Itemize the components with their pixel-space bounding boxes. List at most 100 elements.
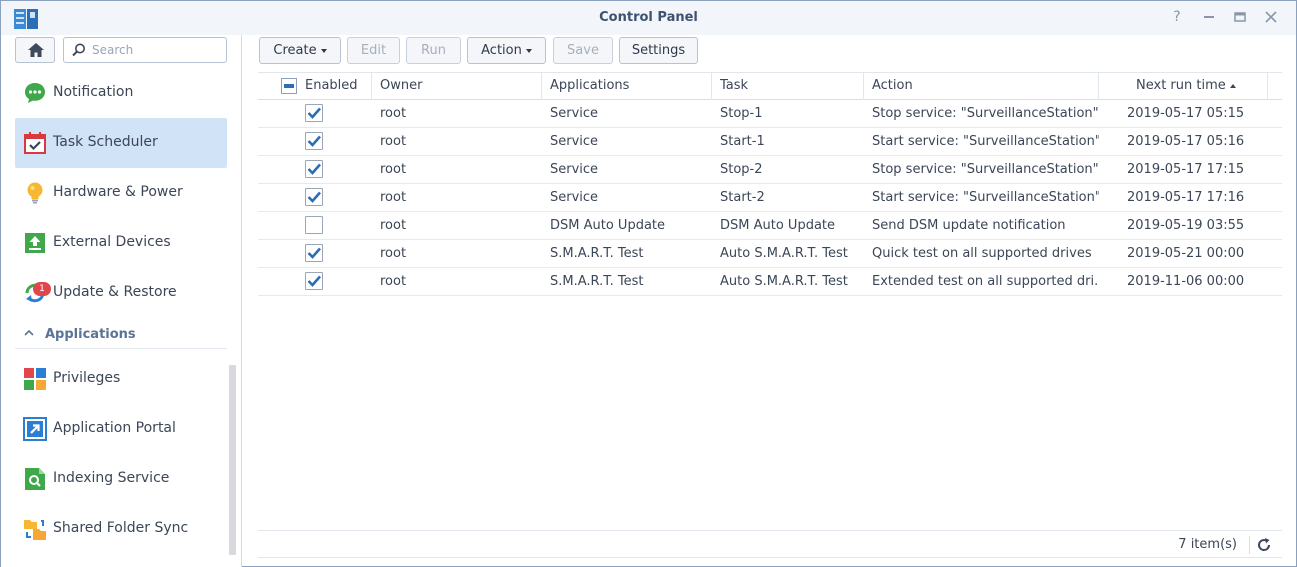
save-button[interactable]: Save — [553, 37, 613, 64]
sidebar-item-label: Task Scheduler — [53, 134, 158, 150]
sidebar-item-label: Privileges — [53, 370, 121, 386]
enabled-checkbox-checked[interactable] — [305, 132, 323, 150]
cell-owner: root — [380, 246, 407, 261]
sidebar-item-external-devices[interactable]: External Devices — [15, 218, 227, 268]
minimize-icon[interactable] — [1201, 9, 1217, 25]
control-panel-window: Control Panel ? Notification — [0, 0, 1297, 567]
run-button[interactable]: Run — [406, 37, 461, 64]
cell-owner: root — [380, 218, 407, 233]
select-all-checkbox[interactable] — [281, 78, 297, 94]
cell-application: Service — [550, 106, 599, 121]
sidebar-item-update-restore[interactable]: 1 Update & Restore — [15, 268, 227, 318]
table-header: Enabled Owner Applications Task Action N… — [258, 72, 1282, 100]
lightbulb-icon — [27, 182, 43, 204]
sidebar-item-label: External Devices — [53, 234, 171, 250]
column-header-next-run-time[interactable]: Next run time — [1099, 73, 1268, 100]
help-icon[interactable]: ? — [1169, 9, 1185, 25]
cell-owner: root — [380, 274, 407, 289]
cell-application: DSM Auto Update — [550, 218, 666, 233]
sidebar-item-hardware-power[interactable]: Hardware & Power — [15, 168, 227, 218]
enabled-checkbox-checked[interactable] — [305, 104, 323, 122]
cell-next-run: 2019-05-17 17:16 — [1127, 190, 1245, 205]
edit-button[interactable]: Edit — [347, 37, 400, 64]
table-row[interactable]: root DSM Auto Update DSM Auto Update Send D… — [258, 212, 1282, 240]
external-devices-icon — [25, 233, 45, 253]
item-count: 7 item(s) — [1178, 537, 1237, 552]
settings-button[interactable]: Settings — [619, 37, 698, 64]
column-header-owner[interactable]: Owner — [372, 73, 542, 100]
column-label: Next run time — [1136, 78, 1226, 93]
application-portal-icon — [23, 417, 47, 441]
cell-action: Extended test on all supported dri... — [872, 274, 1099, 289]
chevron-up-icon — [24, 329, 34, 336]
cell-owner: root — [380, 134, 407, 149]
cell-task: Start-1 — [720, 134, 765, 149]
enabled-checkbox-unchecked[interactable] — [305, 216, 323, 234]
column-label: Enabled — [305, 78, 358, 93]
checkmark-icon — [307, 163, 321, 175]
shared-folder-sync-icon — [24, 520, 46, 540]
sidebar-item-label: Notification — [53, 84, 134, 100]
privileges-icon — [24, 368, 46, 390]
checkmark-icon — [307, 191, 321, 203]
cell-task: Stop-1 — [720, 106, 763, 121]
table-row[interactable]: root Service Start-1 Start service: "Survei… — [258, 128, 1282, 156]
column-header-task[interactable]: Task — [712, 73, 864, 100]
table-row[interactable]: root Service Start-2 Start service: "Survei… — [258, 184, 1282, 212]
cell-action: Stop service: "SurveillanceStation" — [872, 106, 1099, 121]
cell-next-run: 2019-05-17 17:15 — [1127, 162, 1245, 177]
cell-next-run: 2019-05-17 05:16 — [1127, 134, 1245, 149]
enabled-checkbox-checked[interactable] — [305, 188, 323, 206]
caret-down-icon — [320, 48, 327, 53]
enabled-checkbox-checked[interactable] — [305, 272, 323, 290]
enabled-checkbox-checked[interactable] — [305, 244, 323, 262]
cell-owner: root — [380, 106, 407, 121]
caret-down-icon — [525, 48, 532, 53]
search-box[interactable] — [63, 37, 227, 63]
cell-task: Start-2 — [720, 190, 765, 205]
cell-next-run: 2019-05-21 00:00 — [1127, 246, 1245, 261]
sidebar-scrollbar[interactable] — [229, 365, 236, 555]
table-row[interactable]: root S.M.A.R.T. Test Auto S.M.A.R.T. Test Q… — [258, 240, 1282, 268]
table-row[interactable]: root Service Stop-2 Stop service: "Surveill… — [258, 156, 1282, 184]
sidebar-item-privileges[interactable]: Privileges — [15, 354, 227, 404]
refresh-icon[interactable] — [1256, 537, 1272, 553]
sidebar-item-task-scheduler[interactable]: Task Scheduler — [15, 118, 227, 168]
sidebar-divider — [241, 35, 242, 567]
sidebar-item-shared-folder-sync[interactable]: Shared Folder Sync — [15, 504, 227, 554]
column-header-enabled[interactable]: Enabled — [258, 73, 372, 100]
cell-application: S.M.A.R.T. Test — [550, 274, 644, 289]
table-row[interactable]: root S.M.A.R.T. Test Auto S.M.A.R.T. Test E… — [258, 268, 1282, 296]
applications-section-header[interactable]: Applications — [15, 319, 227, 349]
column-header-applications[interactable]: Applications — [542, 73, 712, 100]
search-icon — [72, 43, 85, 57]
action-button[interactable]: Action — [467, 37, 546, 64]
column-header-action[interactable]: Action — [864, 73, 1099, 100]
footer-divider — [1249, 536, 1250, 554]
sidebar-item-label: Hardware & Power — [53, 184, 183, 200]
indexing-service-icon — [25, 468, 45, 490]
cell-owner: root — [380, 162, 407, 177]
table-row[interactable]: root Service Stop-1 Stop service: "Surveill… — [258, 100, 1282, 128]
enabled-checkbox-checked[interactable] — [305, 160, 323, 178]
cell-task: DSM Auto Update — [720, 218, 836, 233]
task-scheduler-icon — [24, 132, 46, 154]
cell-next-run: 2019-05-17 05:15 — [1127, 106, 1245, 121]
checkmark-icon — [307, 135, 321, 147]
sort-ascending-icon — [1229, 83, 1236, 88]
sidebar-item-indexing-service[interactable]: Indexing Service — [15, 454, 227, 504]
cell-task: Auto S.M.A.R.T. Test — [720, 246, 848, 261]
create-button[interactable]: Create — [259, 37, 341, 64]
cell-task: Stop-2 — [720, 162, 763, 177]
close-icon[interactable] — [1263, 9, 1279, 25]
maximize-icon[interactable] — [1232, 9, 1248, 25]
cell-owner: root — [380, 190, 407, 205]
home-button[interactable] — [15, 37, 55, 63]
sidebar-item-notification[interactable]: Notification — [15, 68, 227, 118]
cell-action: Send DSM update notification — [872, 218, 1066, 233]
checkmark-icon — [307, 107, 321, 119]
search-input[interactable] — [92, 41, 222, 59]
create-button-label: Create — [273, 43, 317, 58]
checkmark-icon — [307, 247, 321, 259]
sidebar-item-application-portal[interactable]: Application Portal — [15, 404, 227, 454]
